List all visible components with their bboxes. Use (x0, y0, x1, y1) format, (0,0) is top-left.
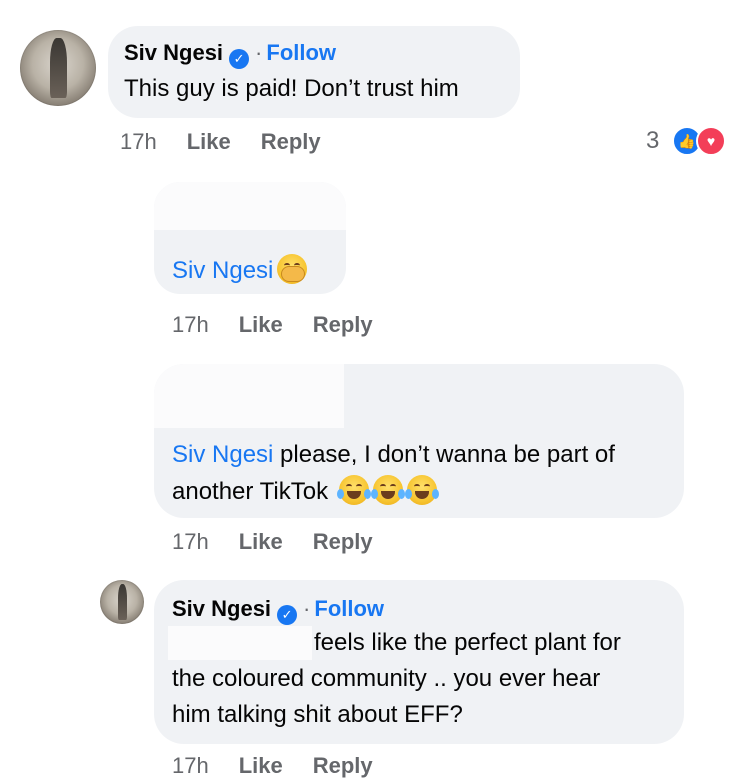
redacted-area (154, 364, 344, 428)
comment-actions: 17h Like Reply (172, 529, 373, 555)
face-with-hand-over-mouth-emoji (277, 254, 308, 284)
like-button[interactable]: Like (187, 129, 231, 155)
comment-text: please, I don’t wanna be part of (280, 441, 615, 468)
mention-link[interactable]: Siv Ngesi (172, 257, 273, 284)
love-icon: ♥ (696, 126, 726, 156)
reply-button[interactable]: Reply (313, 529, 373, 555)
comment-bubble: Siv Ngesi ✓ · Follow This guy is paid! Don’… (108, 26, 520, 118)
comment-bubble: Siv Ngesi (154, 182, 346, 294)
timestamp[interactable]: 17h (172, 529, 209, 555)
separator: · (255, 40, 263, 65)
tears-of-joy-emoji (336, 475, 371, 505)
like-button[interactable]: Like (239, 529, 283, 555)
reaction-summary[interactable]: 3 👍 ♥ (646, 124, 730, 158)
redacted-area (168, 626, 312, 660)
follow-button[interactable]: Follow (314, 596, 384, 621)
timestamp[interactable]: 17h (172, 312, 209, 338)
comment-text: This guy is paid! Don’t trust him (124, 75, 459, 102)
comment-bubble: Siv Ngesi please, I don’t wanna be part … (154, 364, 684, 518)
like-button[interactable]: Like (239, 312, 283, 338)
avatar[interactable] (100, 580, 144, 624)
redacted-area (154, 182, 346, 230)
reply-button[interactable]: Reply (261, 129, 321, 155)
avatar[interactable] (20, 30, 96, 106)
reaction-count: 3 (646, 127, 660, 154)
tears-of-joy-emoji (404, 475, 439, 505)
author-name[interactable]: Siv Ngesi (124, 40, 223, 65)
comment-actions: 17h Like Reply (172, 753, 373, 779)
timestamp[interactable]: 17h (172, 753, 209, 779)
comment-bubble: Siv Ngesi ✓ · Follow feels like the perfect… (154, 580, 684, 744)
like-button[interactable]: Like (239, 753, 283, 779)
comment-text: another TikTok (172, 478, 329, 505)
reply-button[interactable]: Reply (313, 312, 373, 338)
tears-of-joy-emoji (370, 475, 405, 505)
comment-text: the coloured community .. you ever hear (172, 665, 601, 692)
comment-actions: 17h Like Reply (120, 129, 321, 155)
author-name[interactable]: Siv Ngesi (172, 596, 271, 621)
reply-button[interactable]: Reply (313, 753, 373, 779)
verified-badge-icon: ✓ (229, 49, 250, 69)
comment-text: him talking shit about EFF? (172, 701, 463, 728)
mention-link[interactable]: Siv Ngesi (172, 441, 273, 468)
verified-badge-icon: ✓ (277, 605, 298, 625)
timestamp[interactable]: 17h (120, 129, 157, 155)
separator: · (303, 596, 311, 621)
follow-button[interactable]: Follow (266, 40, 336, 65)
comment-text: feels like the perfect plant for (314, 629, 621, 656)
comment-actions: 17h Like Reply (172, 312, 373, 338)
